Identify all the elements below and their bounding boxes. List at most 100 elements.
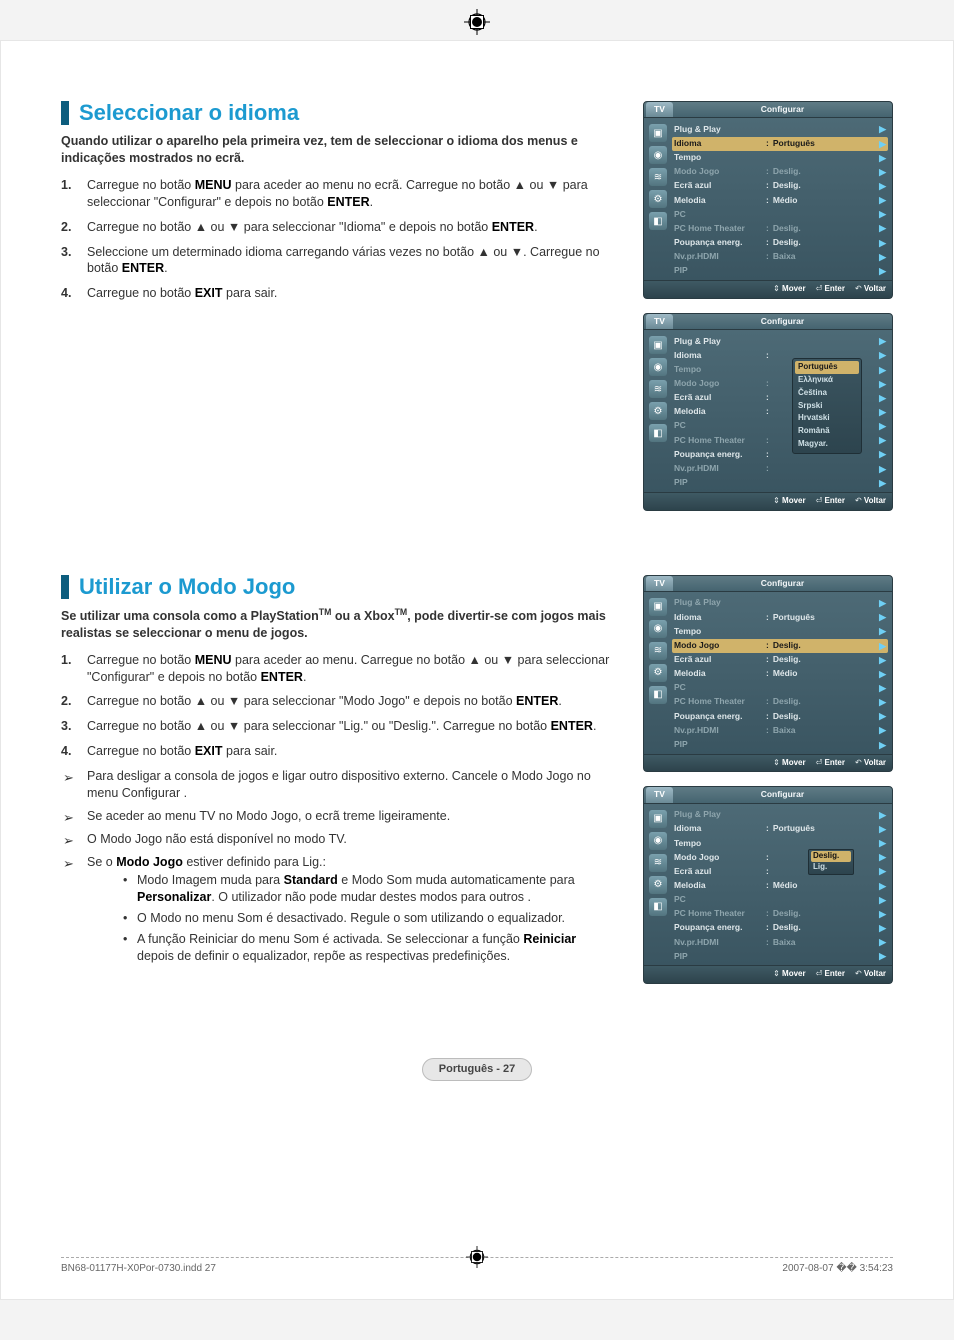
- hint-mover: ⇕ Mover: [773, 758, 806, 769]
- panel-header: TV Configurar: [643, 313, 893, 330]
- panel-header: TV Configurar: [643, 101, 893, 118]
- menu-row: PC▶: [672, 893, 888, 907]
- sound-icon: ◉: [649, 832, 667, 850]
- menu-row-value: Baixa: [773, 251, 796, 262]
- menu-row-value: Deslig.: [773, 711, 801, 722]
- tv-panel-1: TV Configurar ▣ ◉ ≋ ⚙ ◧ Plug & Play▶ Idio…: [643, 101, 893, 299]
- arrow-icon: ▶: [879, 237, 886, 249]
- arrow-icon: ▶: [879, 477, 886, 489]
- menu-row-label: Modo Jogo: [674, 640, 764, 651]
- heading-gamemode: Utilizar o Modo Jogo: [61, 575, 613, 599]
- menu-row: Poupança energ.:Deslig.▶: [672, 709, 888, 723]
- dropdown-option: Hrvatski: [795, 412, 859, 425]
- tv-tab: TV: [646, 787, 673, 802]
- panel-menu: Plug & Play▶Idioma:Português▶Tempo▶Modo …: [672, 808, 888, 964]
- menu-row-label: Melodia: [674, 406, 764, 417]
- heading-bar: [61, 101, 69, 125]
- arrow-icon: ▶: [879, 894, 886, 906]
- menu-row: Melodia:Médio▶: [672, 667, 888, 681]
- hint-mover: ⇕ Mover: [773, 496, 806, 507]
- note-1: Para desligar a consola de jogos e ligar…: [61, 768, 613, 802]
- menu-row-label: PC Home Theater: [674, 908, 764, 919]
- print-footer: BN68-01177H-X0Por-0730.indd 27 2007-08-0…: [61, 1257, 893, 1276]
- setup-icon: ⚙: [649, 876, 667, 894]
- arrow-icon: ▶: [879, 823, 886, 835]
- menu-row-label: Poupança energ.: [674, 922, 764, 933]
- menu-row-label: Poupança energ.: [674, 449, 764, 460]
- arrow-icon: ▶: [879, 138, 886, 150]
- menu-row-label: Ecrã azul: [674, 392, 764, 403]
- tv-panel-4: TV Configurar ▣ ◉ ≋ ⚙ ◧ Plug & Play▶Idio…: [643, 786, 893, 984]
- input-icon: ◧: [649, 686, 667, 704]
- register-mark-bottom: [466, 1246, 488, 1273]
- arrow-icon: ▶: [879, 851, 886, 863]
- arrow-icon: ▶: [879, 837, 886, 849]
- menu-row-label: Idioma: [674, 138, 764, 149]
- arrow-icon: ▶: [879, 448, 886, 460]
- menu-row: Modo Jogo:Deslig.▶: [672, 639, 888, 653]
- panel-body: ▣ ◉ ≋ ⚙ ◧ Plug & Play▶Idioma:Português▶T…: [643, 118, 893, 281]
- section-gamemode-text: Utilizar o Modo Jogo Se utilizar uma con…: [61, 575, 613, 999]
- menu-row: Tempo▶: [672, 624, 888, 638]
- heading-title: Utilizar o Modo Jogo: [79, 575, 295, 599]
- tv-panel-3: TV Configurar ▣ ◉ ≋ ⚙ ◧ Plug & Play▶Idio…: [643, 575, 893, 773]
- menu-row-label: Plug & Play: [674, 597, 764, 608]
- arrow-icon: ▶: [879, 696, 886, 708]
- channel-icon: ≋: [649, 168, 667, 186]
- step-1: Carregue no botão MENU para aceder ao me…: [61, 652, 613, 686]
- menu-row: Nv.pr.HDMI:Baixa▶: [672, 250, 888, 264]
- menu-row-label: PC: [674, 682, 764, 693]
- menu-row: PC▶: [672, 207, 888, 221]
- arrow-icon: ▶: [879, 936, 886, 948]
- menu-row-value: Médio: [773, 668, 798, 679]
- dropdown-option: Română: [795, 425, 859, 438]
- menu-row: Tempo ▶: [672, 836, 888, 850]
- menu-row-label: Idioma: [674, 823, 764, 834]
- menu-row-label: PC Home Theater: [674, 435, 764, 446]
- menu-row-label: PC: [674, 420, 764, 431]
- steps-language: Carregue no botão MENU para aceder ao me…: [61, 177, 613, 302]
- step-3: Seleccione um determinado idioma carrega…: [61, 244, 613, 278]
- dropdown-option: Čeština: [795, 387, 859, 400]
- panel-footer: ⇕ Mover ⏎ Enter ↶ Voltar: [643, 966, 893, 984]
- channel-icon: ≋: [649, 854, 667, 872]
- step-2: Carregue no botão ▲ ou ▼ para selecciona…: [61, 219, 613, 236]
- menu-row: PIP▶: [672, 949, 888, 963]
- tv-panel-2: TV Configurar ▣ ◉ ≋ ⚙ ◧ Plug & Play▶Idio…: [643, 313, 893, 511]
- menu-row-value: Deslig.: [773, 237, 801, 248]
- panel-icons: ▣ ◉ ≋ ⚙ ◧: [648, 596, 668, 752]
- arrow-icon: ▶: [879, 222, 886, 234]
- arrow-icon: ▶: [879, 180, 886, 192]
- arrow-icon: ▶: [879, 908, 886, 920]
- arrow-icon: ▶: [879, 710, 886, 722]
- menu-row-label: PC Home Theater: [674, 223, 764, 234]
- menu-row-value: Português: [773, 612, 815, 623]
- arrow-icon: ▶: [879, 668, 886, 680]
- menu-row-label: Tempo: [674, 626, 764, 637]
- arrow-icon: ▶: [879, 865, 886, 877]
- arrow-icon: ▶: [879, 349, 886, 361]
- sub-bullets: Modo Imagem muda para Standard e Modo So…: [123, 872, 613, 964]
- menu-row-label: Tempo: [674, 838, 764, 849]
- picture-icon: ▣: [649, 336, 667, 354]
- input-icon: ◧: [649, 212, 667, 230]
- tv-tab: TV: [646, 102, 673, 117]
- panel-icons: ▣ ◉ ≋ ⚙ ◧: [648, 122, 668, 278]
- menu-row-label: Plug & Play: [674, 336, 764, 347]
- arrow-icon: ▶: [879, 420, 886, 432]
- sub-bullet-3: A função Reiniciar do menu Som é activad…: [123, 931, 613, 965]
- menu-row: Plug & Play▶: [672, 122, 888, 136]
- menu-row-label: Melodia: [674, 195, 764, 206]
- menu-row-label: Ecrã azul: [674, 866, 764, 877]
- menu-row-value: Médio: [773, 880, 798, 891]
- menu-row-value: Deslig.: [773, 922, 801, 933]
- arrow-icon: ▶: [879, 682, 886, 694]
- heading-bar: [61, 575, 69, 599]
- arrow-icon: ▶: [879, 611, 886, 623]
- menu-row-value: Baixa: [773, 725, 796, 736]
- tv-tab: TV: [646, 576, 673, 591]
- arrow-icon: ▶: [879, 406, 886, 418]
- menu-row: Poupança energ.:Deslig.▶: [672, 236, 888, 250]
- menu-row-label: Nv.pr.HDMI: [674, 251, 764, 262]
- sound-icon: ◉: [649, 620, 667, 638]
